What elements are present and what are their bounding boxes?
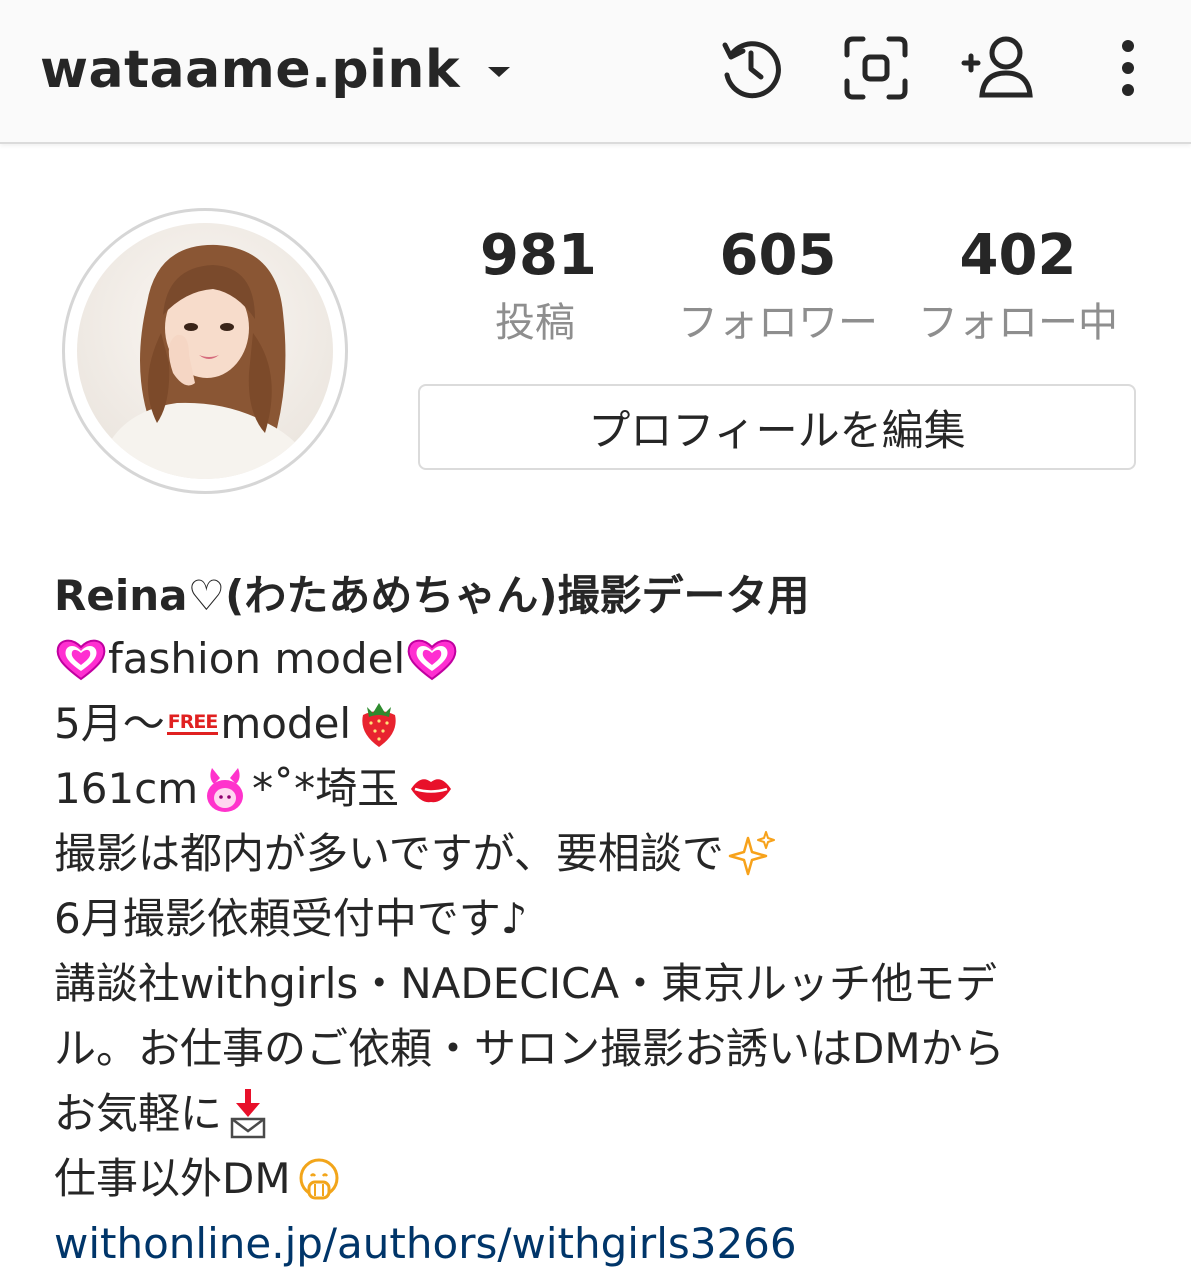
pink-heart-icon xyxy=(56,639,106,680)
scan-icon[interactable] xyxy=(832,28,920,108)
bio-line-2-suffix: model xyxy=(220,699,352,748)
sparkles-icon xyxy=(728,830,775,875)
username: wataame.pink xyxy=(40,40,461,100)
bio-line-9-text: 仕事以外DM xyxy=(54,1154,291,1203)
followers-count[interactable]: 605 フォロワー xyxy=(664,222,892,350)
bio-line-3-prefix: 161cm xyxy=(54,764,199,813)
profile-picture[interactable] xyxy=(77,223,333,479)
posts-label: 投稿 xyxy=(495,300,575,346)
bio-line-9: 仕事以外DM xyxy=(54,1146,1144,1211)
following-number: 402 xyxy=(959,223,1077,288)
bio-line-7: ル。お仕事のご依頼・サロン撮影お誘いはDMから xyxy=(54,1024,1005,1073)
bio-line-3-mid: *˚*埼玉 xyxy=(252,764,400,813)
account-switcher[interactable]: wataame.pink xyxy=(40,30,512,110)
bio-line-1: fashion model xyxy=(54,626,1144,691)
edit-profile-button[interactable]: プロフィールを編集 xyxy=(418,384,1136,470)
history-icon[interactable] xyxy=(706,28,794,108)
bio-line-3: 161cm *˚*埼玉 xyxy=(54,756,1144,821)
bunny-girl-icon xyxy=(207,767,244,812)
shushing-face-icon xyxy=(299,1158,339,1199)
strawberry-icon xyxy=(362,702,396,747)
bio-line-1-text: fashion model xyxy=(108,634,406,683)
bio-line-8: お気軽に xyxy=(54,1081,1144,1146)
posts-count[interactable]: 981 投稿 xyxy=(480,222,597,350)
add-person-icon[interactable] xyxy=(956,28,1044,108)
bio-line-6: 講談社withgirls・NADECICA・東京ルッチ他モデ xyxy=(54,959,998,1008)
free-badge-icon: FREE xyxy=(166,711,219,735)
posts-number: 981 xyxy=(480,223,597,288)
bio-line-5: 6月撮影依頼受付中です♪ xyxy=(54,894,528,943)
followers-number: 605 xyxy=(719,223,837,288)
lips-icon xyxy=(411,778,452,802)
inbox-tray-icon xyxy=(230,1088,266,1138)
following-count[interactable]: 402 フォロー中 xyxy=(904,222,1132,350)
bio-line-2: 5月〜 FREE model xyxy=(54,691,1144,756)
bio-section: Reina♡(わたあめちゃん)撮影データ用 fashion model 5月〜 … xyxy=(54,566,1144,1276)
followers-label: フォロワー xyxy=(678,300,878,346)
display-name: Reina♡(わたあめちゃん)撮影データ用 xyxy=(54,571,810,620)
profile-picture-ring[interactable] xyxy=(62,208,348,494)
following-label: フォロー中 xyxy=(918,300,1118,346)
top-bar: wataame.pink xyxy=(0,0,1191,144)
pink-heart-icon xyxy=(407,639,457,680)
website-link[interactable]: withonline.jp/authors/withgirls3266 xyxy=(54,1211,1144,1276)
bio-line-4: 撮影は都内が多いですが、要相談で xyxy=(54,821,1144,886)
bio-line-4-text: 撮影は都内が多いですが、要相談で xyxy=(54,829,724,878)
bio-line-8-text: お気軽に xyxy=(54,1089,223,1138)
more-vertical-icon[interactable] xyxy=(1084,28,1172,108)
caret-down-icon xyxy=(488,67,511,77)
bio-line-2-prefix: 5月〜 xyxy=(54,699,165,748)
